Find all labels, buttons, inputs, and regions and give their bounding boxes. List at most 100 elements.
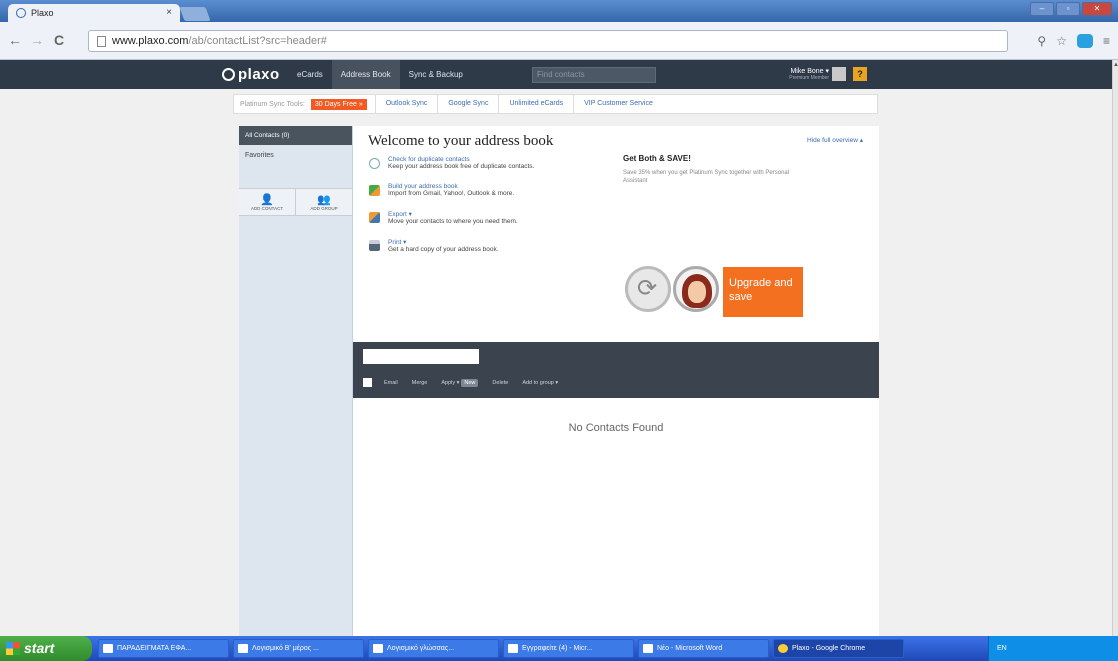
nav-ecards[interactable]: eCards	[288, 60, 332, 89]
window-icon	[373, 643, 383, 653]
new-tab-button[interactable]	[179, 7, 211, 21]
browser-tab[interactable]: Plaxo ×	[8, 4, 180, 22]
chrome-icon	[778, 643, 788, 653]
select-all-checkbox[interactable]	[363, 378, 372, 387]
add-contact-button[interactable]: 👤 ADD CONTACT	[239, 189, 296, 215]
zoom-icon[interactable]: ⚲	[1037, 34, 1046, 48]
taskbar-item[interactable]: Λογισμικό γλώσσας...	[368, 639, 499, 658]
tip-link[interactable]: Print ▾	[388, 238, 499, 246]
promo-outlook-sync[interactable]: Outlook Sync	[374, 94, 438, 114]
tip-duplicates: Check for duplicate contacts Keep your ad…	[369, 156, 599, 170]
tip-link[interactable]: Export ▾	[388, 210, 518, 218]
promo-vip-service[interactable]: VIP Customer Service	[573, 94, 663, 114]
sidebar-item-all-contacts[interactable]: All Contacts (0)	[239, 126, 352, 145]
nav-address-book[interactable]: Address Book	[331, 60, 400, 89]
export-icon	[369, 212, 380, 223]
windows-flag-icon	[6, 642, 20, 655]
page-title: Welcome to your address book	[368, 133, 554, 149]
close-window-button[interactable]: ✕	[1082, 2, 1112, 16]
window-icon	[238, 643, 248, 653]
hide-overview-link[interactable]: Hide full overview ▴	[807, 136, 863, 144]
user-subtitle: Premium Member	[789, 75, 829, 81]
merge-action[interactable]: Merge	[412, 380, 428, 386]
import-icon	[369, 185, 380, 196]
overview-tips: Check for duplicate contacts Keep your ad…	[369, 156, 599, 266]
tip-link[interactable]: Check for duplicate contacts	[388, 156, 534, 163]
taskbar-item-active[interactable]: Plaxo - Google Chrome	[773, 639, 904, 658]
page-scrollbar[interactable]: ▲	[1112, 60, 1118, 636]
group-icon: 👥	[317, 194, 331, 206]
system-tray: EN	[988, 636, 1118, 661]
tab-close-icon[interactable]: ×	[166, 7, 172, 18]
apply-action[interactable]: Apply ▾ New	[441, 378, 479, 387]
taskbar-item[interactable]: Εγγραφείτε (4) - Micr...	[503, 639, 634, 658]
tip-link[interactable]: Build your address book	[388, 183, 514, 190]
plaxo-logo-icon	[222, 68, 235, 81]
tip-print: Print ▾ Get a hard copy of your address b…	[369, 238, 599, 253]
trial-button[interactable]: 30 Days Free »	[310, 98, 367, 110]
window-controls: – ▫ ✕	[1030, 2, 1112, 16]
avatar[interactable]	[832, 67, 846, 81]
maximize-button[interactable]: ▫	[1056, 2, 1080, 16]
address-bar[interactable]: www.plaxo.com /ab/contactList?src=header…	[88, 30, 1008, 52]
duplicate-search-icon	[369, 158, 380, 169]
task-label: Εγγραφείτε (4) - Micr...	[522, 645, 593, 652]
contacts-toolbar: Email Merge Apply ▾ New Delete Add to gro…	[353, 342, 879, 398]
plaxo-favicon-icon	[16, 8, 26, 18]
menu-icon[interactable]: ≡	[1103, 34, 1110, 48]
forward-arrow-icon[interactable]: →	[30, 32, 44, 48]
user-menu[interactable]: Mike Bone ▾ Premium Member	[777, 67, 829, 82]
delete-action[interactable]: Delete	[492, 380, 508, 386]
address-book-main: Welcome to your address book Hide full o…	[353, 126, 879, 646]
skype-extension-icon[interactable]	[1076, 34, 1093, 48]
add-to-group-action[interactable]: Add to group ▾	[522, 380, 558, 386]
taskbar-item[interactable]: Λογισμικό Β' μέρος ...	[233, 639, 364, 658]
toolbar-icons: ⚲ ☆ ≡	[1037, 34, 1110, 48]
task-label: Plaxo - Google Chrome	[792, 645, 866, 652]
find-contacts-input[interactable]: Find contacts	[532, 67, 656, 83]
printer-icon	[369, 240, 380, 251]
main-nav: eCards Address Book Sync & Backup	[288, 60, 472, 89]
minimize-button[interactable]: –	[1030, 2, 1054, 16]
browser-tabbar: Plaxo × – ▫ ✕	[0, 0, 1118, 22]
new-badge: New	[461, 378, 479, 387]
task-label: Νέο - Microsoft Word	[657, 645, 723, 652]
assistant-avatar-icon	[673, 266, 719, 312]
browser-toolbar: ← → C www.plaxo.com /ab/contactList?src=…	[0, 22, 1118, 60]
word-icon	[643, 643, 653, 653]
taskbar-tasks: ΠΑΡΑΔΕΙΓΜΑΤΑ ΕΦΑ... Λογισμικό Β' μέρος .…	[98, 639, 904, 658]
promo-google-sync[interactable]: Google Sync	[437, 94, 498, 114]
promo-unlimited-ecards[interactable]: Unlimited eCards	[498, 94, 573, 114]
platinum-sync-promo: Platinum Sync Tools: 30 Days Free » Outl…	[233, 94, 878, 114]
tab-title: Plaxo	[31, 8, 54, 18]
upgrade-button[interactable]: Upgrade and save	[723, 267, 803, 317]
taskbar-item[interactable]: ΠΑΡΑΔΕΙΓΜΑΤΑ ΕΦΑ...	[98, 639, 229, 658]
add-group-button[interactable]: 👥 ADD GROUP	[296, 189, 353, 215]
sidebar-actions: 👤 ADD CONTACT 👥 ADD GROUP	[239, 188, 353, 216]
scroll-up-icon[interactable]: ▲	[1113, 62, 1118, 68]
nav-sync-backup[interactable]: Sync & Backup	[400, 60, 472, 89]
bookmark-star-icon[interactable]: ☆	[1056, 34, 1067, 48]
web-page: plaxo eCards Address Book Sync & Backup …	[0, 60, 1112, 646]
start-button[interactable]: start	[0, 636, 92, 661]
taskbar-item[interactable]: Νέο - Microsoft Word	[638, 639, 769, 658]
upsell-text: Save 35% when you get Platinum Sync toge…	[623, 170, 790, 184]
back-arrow-icon[interactable]: ←	[8, 32, 22, 48]
reload-icon[interactable]: C	[54, 32, 64, 48]
email-action[interactable]: Email	[384, 380, 398, 386]
sidebar-item-favorites[interactable]: Favorites	[239, 145, 352, 167]
language-indicator[interactable]: EN	[997, 645, 1007, 652]
apply-label: Apply ▾	[441, 379, 460, 386]
plaxo-logo[interactable]: plaxo	[222, 66, 280, 83]
tip-desc: Keep your address book free of duplicate…	[388, 163, 535, 170]
tip-export: Export ▾ Move your contacts to where you …	[369, 210, 599, 225]
tip-desc: Import from Gmail, Yahoo!, Outlook & mor…	[388, 190, 515, 197]
start-label: start	[24, 640, 55, 656]
filter-contacts-input[interactable]	[363, 349, 479, 364]
task-label: ΠΑΡΑΔΕΙΓΜΑΤΑ ΕΦΑ...	[117, 645, 192, 652]
plaxo-header: plaxo eCards Address Book Sync & Backup …	[0, 60, 1112, 89]
task-label: Λογισμικό γλώσσας...	[387, 645, 455, 652]
user-name: Mike Bone ▾	[790, 68, 829, 75]
help-button[interactable]: ?	[853, 67, 867, 81]
upsell-title: Get Both & SAVE!	[623, 154, 691, 163]
